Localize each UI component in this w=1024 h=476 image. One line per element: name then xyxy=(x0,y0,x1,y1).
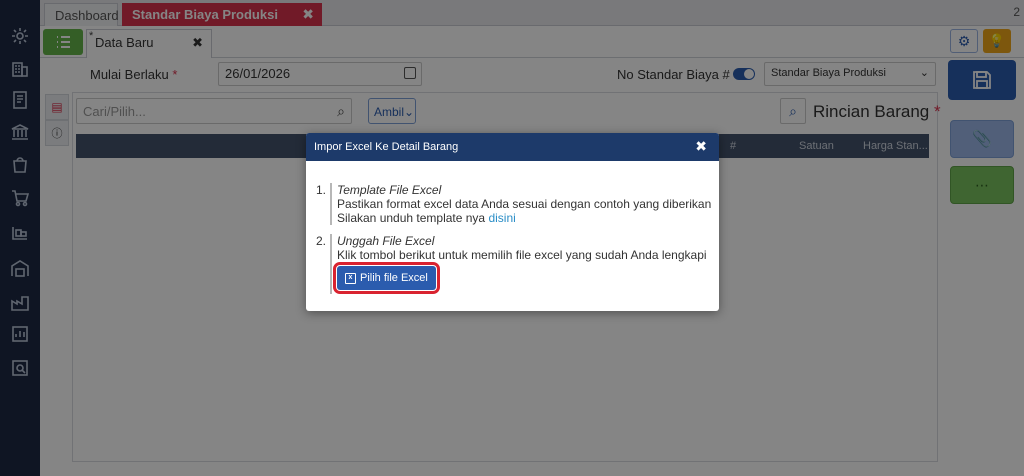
import-excel-modal: Impor Excel Ke Detail Barang ✖ 1. Templa… xyxy=(306,133,719,311)
choose-excel-label: Pilih file Excel xyxy=(360,272,428,284)
step-number: 1. xyxy=(316,183,327,197)
download-line: Silakan unduh template nya disini xyxy=(337,211,719,225)
step-content: Unggah File Excel Klik tombol berikut un… xyxy=(333,234,719,294)
step-number: 2. xyxy=(316,234,327,248)
choose-excel-file-button[interactable]: x Pilih file Excel xyxy=(333,262,440,294)
step-title: Unggah File Excel xyxy=(337,234,435,248)
download-text: Silakan unduh template nya xyxy=(337,211,486,225)
step-description: Klik tombol berikut untuk memilih file e… xyxy=(337,248,707,262)
download-template-link[interactable]: disini xyxy=(488,211,515,225)
modal-title: Impor Excel Ke Detail Barang xyxy=(314,141,459,153)
step-description: Pastikan format excel data Anda sesuai d… xyxy=(337,197,712,211)
modal-header: Impor Excel Ke Detail Barang ✖ xyxy=(306,133,719,161)
step-content: Template File Excel Pastikan format exce… xyxy=(337,183,719,225)
excel-file-icon: x xyxy=(345,272,356,284)
step-divider xyxy=(330,234,332,294)
step-title: Template File Excel xyxy=(337,183,442,197)
close-icon[interactable]: ✖ xyxy=(695,138,707,155)
step-divider xyxy=(330,183,332,225)
